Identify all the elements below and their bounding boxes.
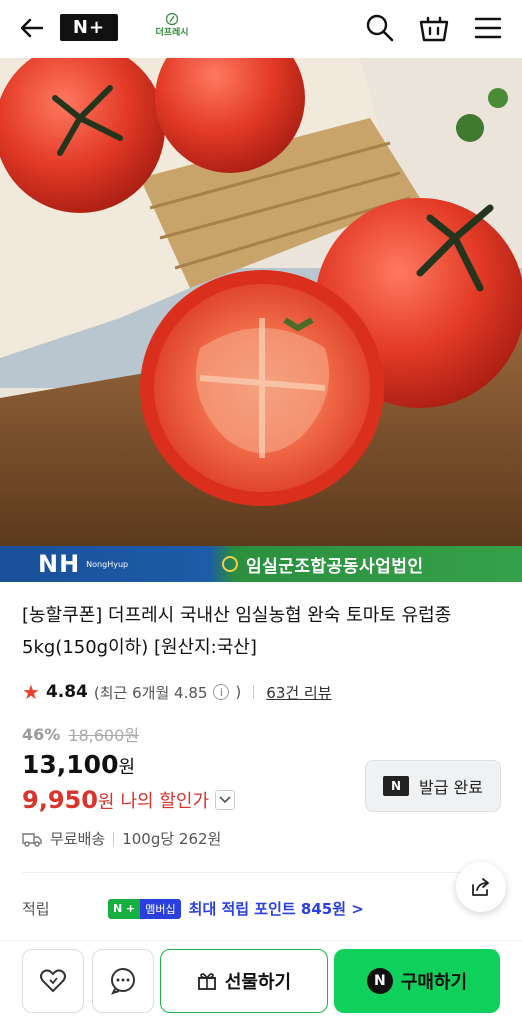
naver-n-icon: N [383, 776, 410, 796]
points-label: 적립 [22, 900, 50, 918]
my-price-unit: 원 [97, 792, 115, 813]
nplus-badge: N + [108, 898, 141, 919]
max-points-text: 최대 적립 포인트 845원 > [188, 900, 364, 918]
share-button[interactable] [456, 862, 506, 912]
nh-logo-text: NH [38, 550, 81, 578]
membership-badge: N + 멤버십 [108, 898, 181, 919]
coupon-button-label: 발급 완료 [419, 778, 483, 797]
header-actions [364, 12, 504, 44]
nplus-store-logo[interactable]: N+ [60, 14, 118, 41]
my-price-amount: 9,950원 [22, 786, 114, 814]
info-icon[interactable]: i [213, 684, 230, 700]
unit-price: 100g당 262원 [122, 830, 222, 848]
recent-rating-close: ) [235, 683, 242, 701]
nplus-logo-text: N+ [72, 17, 106, 38]
brand-logo[interactable]: 더프레시 [150, 12, 194, 44]
basket-icon[interactable] [418, 12, 450, 44]
buy-button[interactable]: N 구매하기 [334, 949, 500, 1013]
buy-button-label: 구매하기 [400, 972, 468, 993]
sale-price-value: 13,100 [22, 750, 119, 779]
review-count-link[interactable]: 63건 리뷰 [266, 682, 331, 703]
share-icon [472, 878, 489, 896]
shipping-row: 무료배송 100g당 262원 [22, 828, 221, 849]
membership-badge-label: 멤버십 [140, 898, 181, 919]
menu-icon[interactable] [472, 12, 504, 44]
rating-score: 4.84 [45, 682, 88, 702]
divider [113, 831, 115, 846]
recent-rating: (최근 6개월 4.85 [93, 683, 208, 702]
search-icon[interactable] [364, 12, 396, 44]
talk-button[interactable] [92, 949, 154, 1013]
original-price: 18,600원 [68, 726, 140, 745]
truck-icon [22, 832, 42, 847]
discount-rate: 46% [22, 724, 61, 744]
naver-pay-icon: N [366, 968, 393, 994]
chat-bubble-icon [111, 968, 135, 995]
heart-icon [40, 969, 66, 993]
seal-icon [222, 556, 238, 572]
farm-banner: NH NongHyup 임실군조합공동사업법인 [0, 546, 522, 582]
my-price-value: 9,950 [22, 786, 98, 814]
chevron-down-icon[interactable] [215, 790, 236, 810]
org-name: 임실군조합공동사업법인 [200, 546, 522, 582]
gift-button[interactable]: 선물하기 [160, 949, 328, 1013]
bottom-action-bar: 선물하기 N 구매하기 [0, 940, 522, 1024]
sale-price: 13,100원 [22, 750, 135, 779]
tomato-photo [0, 58, 522, 546]
divider [253, 685, 255, 699]
my-discount-price[interactable]: 9,950원 나의 할인가 [22, 786, 236, 814]
gift-button-label: 선물하기 [224, 972, 292, 993]
rating-row: ★ 4.84 (최근 6개월 4.85 i ) 63건 리뷰 [22, 680, 332, 704]
leaf-icon [165, 12, 179, 26]
discount-row: 46% 18,600원 [22, 722, 139, 746]
product-title: [농할쿠폰] 더프레시 국내산 임실농협 완숙 토마토 유럽종 5kg(150g… [22, 605, 452, 658]
sale-price-unit: 원 [118, 757, 136, 778]
top-bar: N+ 더프레시 [0, 0, 522, 58]
star-icon: ★ [22, 680, 40, 704]
back-arrow-icon[interactable] [16, 12, 48, 44]
nh-logo: NH NongHyup [0, 546, 200, 582]
coupon-issued-button[interactable]: N 발급 완료 [365, 760, 501, 812]
product-image[interactable] [0, 58, 522, 546]
brand-name: 더프레시 [155, 28, 189, 38]
points-row[interactable]: 적립 N + 멤버십 최대 적립 포인트 845원 > [22, 898, 462, 919]
nh-logo-sub: NongHyup [86, 559, 129, 569]
my-price-label: 나의 할인가 [120, 791, 210, 812]
shipping-text: 무료배송 [50, 830, 106, 848]
org-name-text: 임실군조합공동사업법인 [246, 556, 424, 577]
section-divider [22, 872, 500, 873]
gift-icon [197, 973, 216, 990]
wishlist-button[interactable] [22, 949, 84, 1013]
